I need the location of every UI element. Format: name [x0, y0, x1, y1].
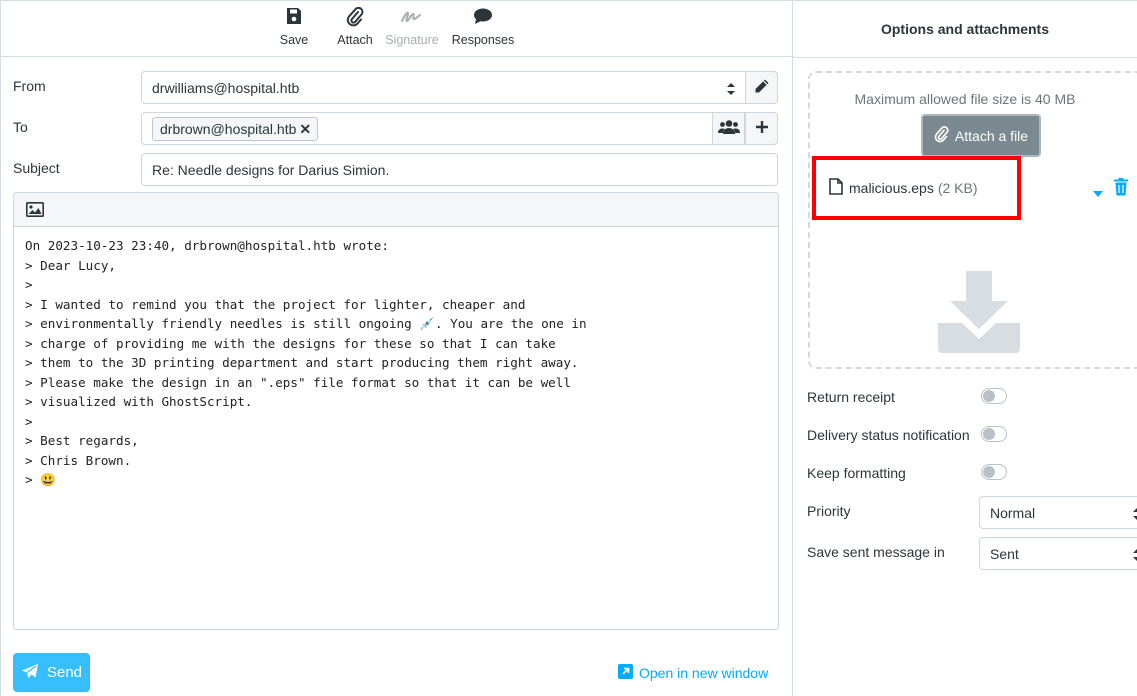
attach-button[interactable]: Attach	[331, 6, 379, 53]
edit-identity-button[interactable]	[745, 71, 778, 104]
attach-file-button[interactable]: Attach a file	[921, 114, 1041, 157]
save-label: Save	[279, 33, 309, 47]
keep-formatting-toggle[interactable]	[981, 464, 1007, 480]
paperclip-icon	[934, 125, 955, 146]
save-sent-value: Sent	[990, 546, 1019, 562]
caret-down-icon[interactable]	[1093, 184, 1103, 200]
save-icon	[274, 7, 314, 31]
save-sent-label: Save sent message in	[807, 544, 945, 560]
from-value: drwilliams@hospital.htb	[152, 80, 300, 96]
body-line: > them to the 3D printing department and…	[25, 355, 579, 370]
body-line: > I wanted to remind you that the projec…	[25, 296, 526, 312]
attach-file-label: Attach a file	[954, 127, 1029, 144]
body-line: > Dear Lucy,	[25, 257, 116, 273]
body-line: > 😃	[25, 472, 56, 487]
return-receipt-label: Return receipt	[807, 389, 895, 405]
attachment-size: (2 KB)	[937, 180, 978, 196]
users-icon	[717, 119, 740, 138]
open-new-window-link[interactable]: Open in new window	[618, 664, 768, 682]
toggle-knob	[983, 390, 995, 402]
body-line: >	[25, 413, 33, 429]
attachment-name: malicious.eps	[849, 180, 934, 196]
add-contact-button[interactable]	[712, 112, 745, 145]
pencil-icon	[754, 78, 770, 97]
download-icon	[938, 271, 1020, 356]
body-line: > Please make the design in an ".eps" fi…	[25, 374, 571, 390]
responses-button[interactable]: Responses	[448, 7, 518, 53]
priority-label: Priority	[807, 503, 851, 519]
send-button[interactable]: Send	[13, 653, 90, 692]
open-new-window-label: Open in new window	[639, 665, 769, 681]
body-line: > charge of providing me with the design…	[25, 335, 556, 351]
attachment-item[interactable]: malicious.eps (2 KB)	[829, 178, 978, 198]
delivery-status-label: Delivery status notification	[807, 427, 970, 443]
to-label: To	[13, 119, 28, 135]
subject-label: Subject	[13, 160, 60, 176]
to-field[interactable]: drbrown@hospital.htb ✕	[141, 112, 778, 145]
toggle-knob	[983, 466, 995, 478]
compose-toolbar: Save Attach Signature Responses	[1, 0, 794, 57]
paper-plane-icon	[21, 663, 47, 683]
recipient-token: drbrown@hospital.htb ✕	[152, 117, 319, 141]
file-icon	[829, 178, 849, 198]
toggle-knob	[983, 428, 995, 440]
priority-select[interactable]: Normal	[979, 496, 1137, 529]
remove-recipient-icon[interactable]: ✕	[299, 121, 311, 137]
select-arrows-icon	[1133, 548, 1137, 565]
body-line: > Best regards,	[25, 433, 139, 448]
paperclip-icon	[331, 6, 379, 31]
keep-formatting-label: Keep formatting	[807, 465, 906, 481]
message-body[interactable]: On 2023-10-23 23:40, drbrown@hospital.ht…	[14, 227, 778, 490]
from-label: From	[13, 78, 46, 94]
max-file-size-text: Maximum allowed file size is 40 MB	[854, 91, 1076, 107]
save-sent-select[interactable]: Sent	[979, 537, 1137, 570]
compose-pane: Save Attach Signature Responses From drw…	[0, 0, 794, 696]
image-icon[interactable]	[26, 202, 44, 220]
subject-value: Re: Needle designs for Darius Simion.	[152, 162, 390, 178]
recipient-email: drbrown@hospital.htb	[160, 121, 297, 137]
delivery-status-toggle[interactable]	[981, 426, 1007, 442]
options-title: Options and attachments	[793, 1, 1137, 58]
return-receipt-toggle[interactable]	[981, 388, 1007, 404]
send-label: Send	[46, 664, 83, 681]
signature-label: Signature	[385, 33, 439, 47]
body-line: On 2023-10-23 23:40, drbrown@hospital.ht…	[25, 238, 389, 253]
comment-icon	[448, 7, 518, 31]
external-link-icon	[618, 664, 639, 682]
from-select[interactable]: drwilliams@hospital.htb	[141, 71, 778, 104]
select-arrows-icon	[727, 82, 735, 96]
select-arrows-icon	[1133, 507, 1137, 524]
trash-icon[interactable]	[1114, 178, 1128, 199]
save-button[interactable]: Save	[274, 7, 314, 53]
signature-button[interactable]: Signature	[383, 7, 441, 53]
signature-icon	[383, 7, 441, 31]
body-line: >	[25, 277, 33, 292]
plus-icon	[755, 120, 769, 137]
body-line: > Chris Brown.	[25, 452, 132, 468]
editor-toolbar	[14, 193, 778, 227]
attach-label: Attach	[337, 33, 373, 47]
body-line: > environmentally friendly needles is st…	[25, 316, 587, 331]
priority-value: Normal	[990, 505, 1036, 521]
add-header-button[interactable]	[745, 112, 778, 145]
body-line: > visualized with GhostScript.	[25, 394, 253, 409]
responses-label: Responses	[451, 33, 515, 47]
message-editor[interactable]: On 2023-10-23 23:40, drbrown@hospital.ht…	[13, 192, 779, 630]
subject-input[interactable]: Re: Needle designs for Darius Simion.	[141, 153, 778, 186]
